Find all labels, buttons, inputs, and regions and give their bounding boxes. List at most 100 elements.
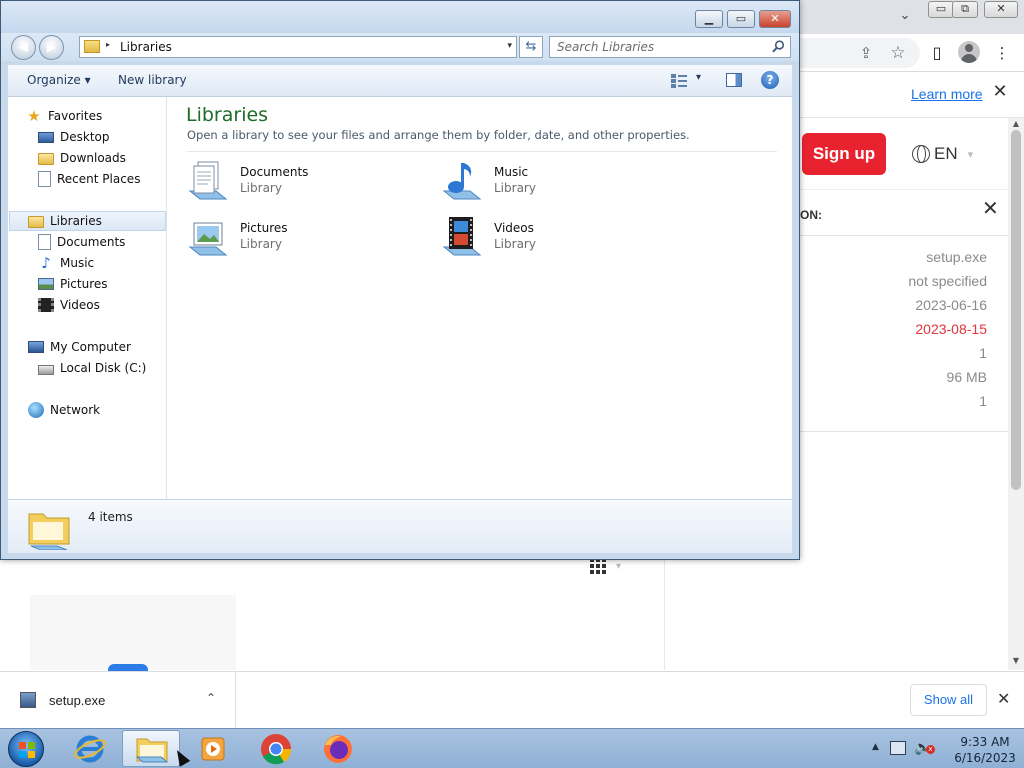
search-icon[interactable] bbox=[772, 40, 785, 53]
taskbar-media-player[interactable] bbox=[184, 730, 242, 767]
nav-item-favorites[interactable]: ★ Favorites bbox=[26, 106, 184, 126]
back-button[interactable]: ◀ bbox=[11, 35, 36, 60]
side-panel-icon[interactable]: ▯ bbox=[925, 41, 949, 65]
download-shelf-close-icon[interactable]: ✕ bbox=[997, 689, 1010, 708]
media-player-icon bbox=[201, 737, 225, 761]
recent-places-icon bbox=[38, 171, 51, 187]
music-library-icon bbox=[442, 163, 482, 200]
sign-up-button[interactable]: Sign up bbox=[802, 133, 886, 175]
cookie-banner-close-icon[interactable]: ✕ bbox=[990, 82, 1010, 102]
new-library-button[interactable]: New library bbox=[118, 73, 187, 87]
file-info-value-highlight: 2023-08-15 bbox=[915, 321, 987, 337]
browser-restore-button[interactable]: ⧉ bbox=[952, 1, 978, 18]
library-tile-documents[interactable]: Documents Library bbox=[186, 159, 426, 207]
share-icon[interactable]: ⇪ bbox=[854, 41, 878, 65]
scrollbar-thumb[interactable] bbox=[1011, 130, 1021, 490]
library-kind: Library bbox=[240, 237, 282, 251]
nav-item-label: Favorites bbox=[48, 109, 103, 123]
profile-avatar-icon[interactable] bbox=[958, 41, 980, 63]
details-pane: 4 items bbox=[8, 499, 792, 553]
chrome-icon bbox=[261, 734, 292, 765]
nav-item-label: Recent Places bbox=[57, 172, 141, 186]
taskbar: ▲ 🔈 x 9:33 AM 6/16/2023 bbox=[0, 728, 1024, 768]
help-button[interactable]: ? bbox=[761, 71, 779, 89]
file-info-value: setup.exe bbox=[926, 249, 987, 265]
file-info-heading: ON: bbox=[800, 208, 822, 222]
language-label: EN bbox=[934, 144, 958, 163]
library-kind: Library bbox=[240, 181, 282, 195]
library-name: Pictures bbox=[240, 221, 288, 235]
change-view-button[interactable]: ▾ bbox=[670, 72, 714, 90]
address-bar[interactable]: ▸ Libraries ▾ bbox=[79, 36, 517, 58]
file-info-close-icon[interactable]: ✕ bbox=[982, 196, 999, 220]
file-info-value: 1 bbox=[979, 345, 987, 361]
forward-button[interactable]: ▶ bbox=[39, 35, 64, 60]
page-scrollbar[interactable]: ▲ ▼ bbox=[1008, 118, 1024, 670]
page-title: Libraries bbox=[186, 104, 269, 126]
breadcrumb-arrow-icon[interactable]: ▸ bbox=[106, 40, 110, 49]
computer-icon bbox=[28, 341, 44, 353]
file-info-value: 1 bbox=[979, 393, 987, 409]
organize-menu-button[interactable]: Organize ▾ bbox=[27, 73, 91, 87]
navigation-pane: ★ Favorites Desktop Downloads Recent Pla… bbox=[8, 97, 167, 499]
learn-more-link[interactable]: Learn more bbox=[911, 86, 983, 102]
file-info-value: not specified bbox=[908, 273, 987, 289]
browser-minimize-button[interactable]: ▭ bbox=[928, 1, 954, 18]
window-title-bar[interactable]: ▁ ▭ ✕ bbox=[1, 1, 799, 33]
clock-date[interactable]: 6/16/2023 bbox=[950, 751, 1020, 765]
language-selector[interactable]: EN ▾ bbox=[912, 142, 973, 166]
chevron-up-icon[interactable]: ⌃ bbox=[206, 691, 216, 705]
file-info-value: 96 MB bbox=[946, 369, 987, 385]
breadcrumb[interactable]: Libraries bbox=[120, 40, 172, 54]
nav-item-network[interactable]: Network bbox=[28, 400, 186, 420]
file-info-panel: ON: ✕ setup.exe not specified 2023-06-16… bbox=[800, 190, 1008, 432]
nav-item-my-computer[interactable]: My Computer bbox=[28, 337, 186, 357]
close-button[interactable]: ✕ bbox=[759, 10, 791, 28]
search-input[interactable] bbox=[550, 37, 765, 57]
taskbar-chrome[interactable] bbox=[246, 730, 304, 767]
taskbar-windows-explorer[interactable] bbox=[122, 730, 180, 767]
preview-pane-button[interactable] bbox=[726, 73, 742, 87]
nav-item-label: Desktop bbox=[60, 130, 110, 144]
clock-time[interactable]: 9:33 AM bbox=[950, 735, 1020, 749]
internet-explorer-icon bbox=[74, 735, 106, 763]
search-box[interactable] bbox=[549, 36, 791, 58]
library-name: Videos bbox=[494, 221, 534, 235]
nav-item-label: Documents bbox=[57, 235, 126, 249]
chevron-down-icon: ▾ bbox=[616, 561, 622, 572]
address-row: ◀ ▶ ▸ Libraries ▾ ⇆ bbox=[1, 33, 799, 61]
download-shelf: setup.exe ⌃ Show all ✕ bbox=[0, 671, 1024, 729]
local-disk-icon bbox=[38, 365, 54, 375]
scroll-down-arrow-icon[interactable]: ▼ bbox=[1011, 656, 1021, 665]
library-tile-music[interactable]: Music Library bbox=[440, 159, 680, 207]
pictures-library-icon bbox=[188, 222, 228, 256]
tab-search-dropdown-icon[interactable]: ⌄ bbox=[895, 6, 915, 26]
browser-menu-icon[interactable]: ⋮ bbox=[990, 41, 1014, 65]
address-history-dropdown-icon[interactable]: ▾ bbox=[507, 41, 512, 51]
minimize-button[interactable]: ▁ bbox=[695, 10, 723, 28]
browser-close-button[interactable]: ✕ bbox=[984, 1, 1018, 18]
taskbar-internet-explorer[interactable] bbox=[60, 730, 118, 767]
star-icon: ★ bbox=[27, 107, 41, 125]
nav-item-libraries[interactable]: Libraries bbox=[9, 211, 166, 231]
chevron-down-icon: ▾ bbox=[696, 72, 702, 83]
bookmark-star-icon[interactable]: ☆ bbox=[886, 41, 910, 65]
library-tile-pictures[interactable]: Pictures Library bbox=[186, 215, 426, 263]
libraries-explorer-window: ▁ ▭ ✕ ◀ ▶ ▸ Libraries ▾ ⇆ Organize ▾ New… bbox=[0, 0, 800, 560]
nav-item-label: Downloads bbox=[60, 151, 126, 165]
show-all-downloads-button[interactable]: Show all bbox=[910, 684, 987, 716]
refresh-button[interactable]: ⇆ bbox=[519, 36, 543, 58]
grid-view-icon[interactable] bbox=[590, 558, 610, 578]
start-button[interactable] bbox=[8, 731, 44, 767]
network-status-icon[interactable] bbox=[890, 741, 906, 755]
library-tile-videos[interactable]: Videos Library bbox=[440, 215, 680, 263]
show-hidden-icons-icon[interactable]: ▲ bbox=[872, 742, 879, 752]
library-kind: Library bbox=[494, 181, 536, 195]
library-name: Music bbox=[494, 165, 529, 179]
maximize-button[interactable]: ▭ bbox=[727, 10, 755, 28]
globe-icon bbox=[912, 145, 930, 163]
scroll-up-arrow-icon[interactable]: ▲ bbox=[1011, 119, 1021, 128]
chevron-down-icon: ▾ bbox=[967, 148, 974, 161]
download-item[interactable]: setup.exe ⌃ bbox=[0, 672, 236, 729]
taskbar-firefox[interactable] bbox=[308, 730, 366, 767]
